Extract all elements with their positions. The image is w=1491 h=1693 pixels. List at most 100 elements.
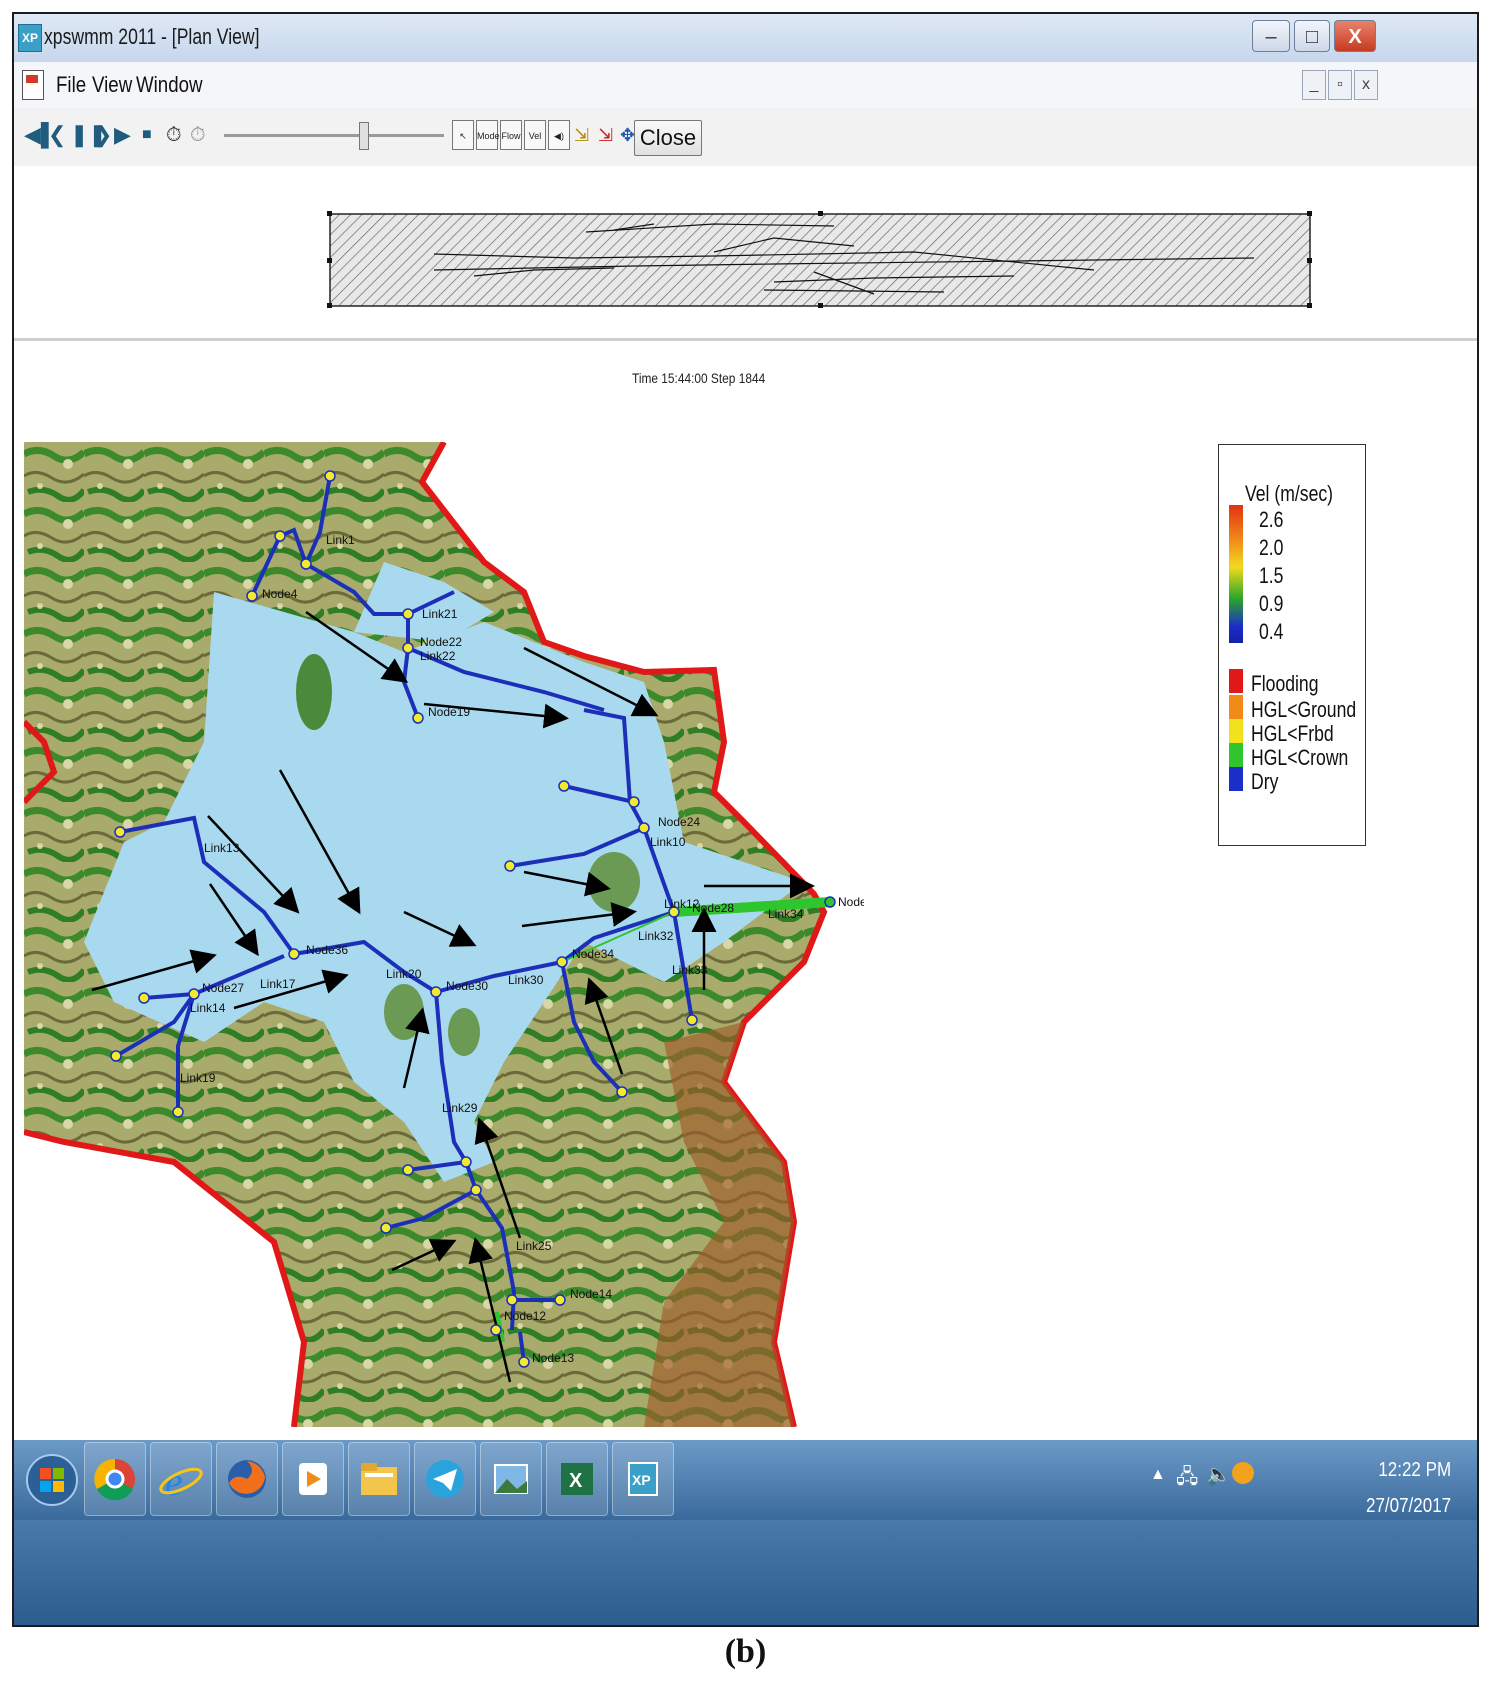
select-tool-icon[interactable]: ↖ — [452, 120, 474, 150]
svg-text:Link1: Link1 — [326, 533, 355, 547]
dry-swatch — [1229, 767, 1243, 791]
legend-value: 2.0 — [1259, 535, 1284, 560]
menu-file[interactable]: File — [56, 72, 86, 98]
svg-text:Node27: Node27 — [202, 981, 244, 995]
legend-value: 2.6 — [1259, 507, 1284, 532]
svg-text:Link30: Link30 — [508, 973, 544, 987]
minimize-button[interactable]: – — [1252, 20, 1290, 52]
legend-title: Vel (m/sec) — [1245, 481, 1334, 506]
windows-start-icon[interactable] — [24, 1444, 80, 1514]
catchment-map[interactable]: Node35 Node36 Node30 Node34 Node24 Node2… — [21, 440, 880, 1428]
plan-view[interactable]: Time 15:44:00 Step 1844 Nod Node36 Node3… — [14, 342, 1477, 1439]
svg-text:Link25: Link25 — [516, 1239, 552, 1253]
taskbar: e X XP ▲ 🖧 🔈 12:22 PM 27/07/2017 — [14, 1440, 1477, 1625]
menu-bar: File View Window _ ▫ x — [14, 62, 1477, 109]
svg-text:Node4: Node4 — [262, 587, 298, 601]
legend-state: HGL<Ground — [1251, 697, 1357, 722]
svg-text:Node34: Node34 — [572, 947, 614, 961]
volume-icon[interactable]: 🔈 — [1206, 1462, 1231, 1487]
time-slider-thumb[interactable] — [359, 122, 369, 150]
sound-icon[interactable]: ◀) — [548, 120, 570, 150]
svg-text:Link33: Link33 — [672, 963, 708, 977]
animation-toolbar: ◀▌ ❮ ❚❚ ❯ ▶ ■ ⏱ ⏱ ↖ Mode Flow Vel ◀) ⇲ ⇲… — [14, 108, 1477, 168]
overview-extent-box — [329, 213, 1311, 307]
time-step-label: Time 15:44:00 Step 1844 — [632, 370, 766, 386]
xpswmm-app-icon[interactable]: XP — [18, 24, 42, 52]
svg-text:Link29: Link29 — [442, 1101, 478, 1115]
app-window: XP xpswmm 2011 - [Plan View] – □ X File … — [12, 12, 1479, 1627]
system-clock[interactable]: 12:22 PM 27/07/2017 — [1366, 1452, 1451, 1524]
play-icon[interactable]: ▶ — [114, 122, 131, 148]
mdi-minimize-button[interactable]: _ — [1302, 70, 1326, 100]
window-title: xpswmm 2011 - [Plan View] — [44, 24, 260, 49]
menu-window[interactable]: Window — [136, 72, 203, 98]
svg-text:Link21: Link21 — [422, 607, 458, 621]
step-forward-icon[interactable]: ❯ — [94, 122, 112, 148]
legend-value: 0.9 — [1259, 591, 1284, 616]
outlet-node[interactable] — [824, 896, 836, 908]
mdi-restore-button[interactable]: ▫ — [1328, 70, 1352, 100]
network-icon[interactable]: 🖧 — [1176, 1462, 1198, 1496]
overview-map[interactable] — [14, 166, 1477, 338]
step-back-icon[interactable]: ❮ — [48, 122, 66, 148]
figure-caption: (b) — [724, 1633, 767, 1670]
document-icon[interactable] — [22, 70, 44, 100]
svg-text:XP: XP — [632, 1472, 651, 1488]
time-slider-track[interactable] — [224, 134, 444, 137]
show-hidden-icons-icon[interactable]: ▲ — [1150, 1466, 1166, 1484]
stop-icon[interactable]: ■ — [142, 122, 152, 148]
close-button[interactable]: Close — [634, 120, 702, 156]
chrome-icon[interactable] — [84, 1442, 146, 1516]
svg-text:Node35: Node35 — [838, 895, 864, 909]
svg-text:Link12: Link12 — [664, 897, 700, 911]
pan-icon[interactable]: ✥ — [620, 122, 635, 148]
legend-state: Dry — [1251, 769, 1279, 794]
svg-text:Link14: Link14 — [190, 1001, 226, 1015]
svg-text:Link34: Link34 — [768, 907, 804, 921]
svg-text:Link22: Link22 — [420, 649, 456, 663]
svg-text:Node12: Node12 — [504, 1309, 546, 1323]
photo-viewer-icon[interactable] — [480, 1442, 542, 1516]
excel-icon[interactable]: X — [546, 1442, 608, 1516]
svg-text:Node30: Node30 — [446, 979, 488, 993]
xpswmm-icon[interactable]: XP — [612, 1442, 674, 1516]
overview-panel[interactable] — [14, 166, 1477, 341]
file-explorer-icon[interactable] — [348, 1442, 410, 1516]
telegram-icon[interactable] — [414, 1442, 476, 1516]
svg-text:Node36: Node36 — [306, 943, 348, 957]
timer-off-icon[interactable]: ⏱ — [190, 122, 206, 148]
svg-text:Node24: Node24 — [658, 815, 700, 829]
maximize-button[interactable]: □ — [1294, 20, 1330, 52]
svg-text:Link19: Link19 — [180, 1071, 216, 1085]
title-bar[interactable]: XP xpswmm 2011 - [Plan View] – □ X — [14, 14, 1477, 63]
svg-text:Node13: Node13 — [532, 1351, 574, 1365]
clock-time: 12:22 PM — [1378, 1459, 1451, 1481]
internet-explorer-icon[interactable]: e — [150, 1442, 212, 1516]
legend-state: HGL<Frbd — [1251, 721, 1334, 746]
svg-text:Node14: Node14 — [570, 1287, 612, 1301]
media-player-icon[interactable] — [282, 1442, 344, 1516]
close-window-button[interactable]: X — [1334, 20, 1376, 52]
legend-value: 1.5 — [1259, 563, 1284, 588]
firefox-icon[interactable] — [216, 1442, 278, 1516]
vel-button[interactable]: Vel — [524, 120, 546, 150]
mdi-close-button[interactable]: x — [1354, 70, 1378, 100]
svg-text:Node19: Node19 — [428, 705, 470, 719]
hgl-frbd-swatch — [1229, 719, 1243, 743]
hgl-ground-swatch — [1229, 695, 1243, 719]
zoom-out-icon[interactable]: ⇲ — [598, 122, 613, 148]
legend-state: HGL<Crown — [1251, 745, 1349, 770]
zoom-in-icon[interactable]: ⇲ — [574, 122, 589, 148]
velocity-color-scale — [1229, 505, 1243, 643]
flow-button[interactable]: Flow — [500, 120, 522, 150]
notification-app-icon[interactable] — [1232, 1462, 1254, 1484]
svg-text:Link32: Link32 — [638, 929, 674, 943]
legend-state: Flooding — [1251, 671, 1319, 696]
clock-date: 27/07/2017 — [1365, 1495, 1451, 1517]
timer-icon[interactable]: ⏱ — [166, 122, 182, 148]
legend-value: 0.4 — [1259, 619, 1284, 644]
mode-button[interactable]: Mode — [476, 120, 500, 150]
svg-text:Node22: Node22 — [420, 635, 462, 649]
svg-text:X: X — [569, 1470, 583, 1492]
menu-view[interactable]: View — [92, 72, 132, 98]
